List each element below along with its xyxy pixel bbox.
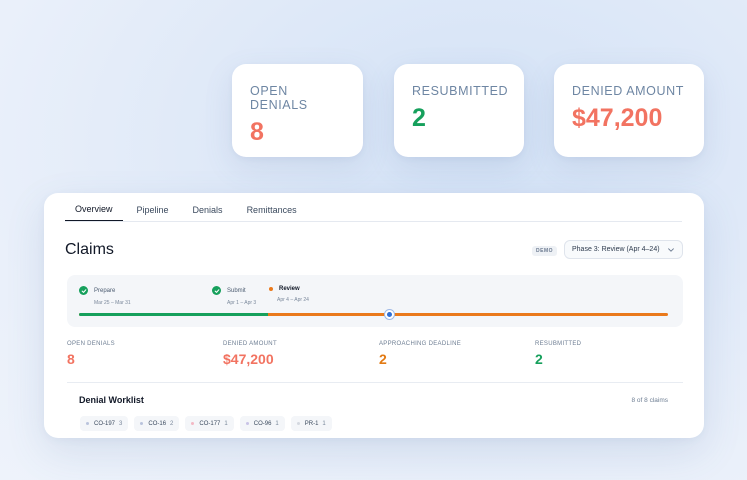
dot-icon xyxy=(296,422,300,425)
denied-amount-card-label: DENIED AMOUNT xyxy=(572,84,684,98)
phase-select-value: Phase 3: Review (Apr 4–24) xyxy=(572,246,660,253)
current-step-dot-icon xyxy=(269,287,273,291)
step-dates: Apr 4 – Apr 24 xyxy=(277,297,309,303)
timeline-step-prepare: Prepare Mar 25 – Mar 31 xyxy=(79,286,131,306)
stat-denied-amount: DENIED AMOUNT $47,200 xyxy=(223,341,277,367)
section-divider xyxy=(67,382,683,383)
open-denials-card: OPEN DENIALS 8 xyxy=(232,64,363,157)
open-denials-card-label: OPEN DENIALS xyxy=(250,84,308,112)
resubmitted-card-value: 2 xyxy=(412,104,426,132)
tab-denials[interactable]: Denials xyxy=(183,205,233,221)
dot-icon xyxy=(245,422,249,425)
progress-marker[interactable] xyxy=(385,310,394,319)
progress-track-completed xyxy=(79,313,268,316)
phase-select[interactable]: Phase 3: Review (Apr 4–24) xyxy=(564,240,683,259)
timeline-step-review: Review Apr 4 – Apr 24 xyxy=(267,286,309,303)
chip-count: 1 xyxy=(224,420,228,427)
worklist-title: Denial Worklist xyxy=(79,395,144,405)
page-title: Claims xyxy=(65,241,114,258)
denied-amount-card-value: $47,200 xyxy=(572,104,663,132)
dot-icon xyxy=(86,422,89,425)
chip-count: 3 xyxy=(119,420,123,427)
check-icon xyxy=(212,286,221,295)
progress-track xyxy=(79,310,668,319)
dot-icon xyxy=(191,422,195,425)
denial-code-chips: CO-197 3 CO-16 2 CO-177 1 CO-96 1 PR-1 1 xyxy=(80,416,338,431)
stat-label: APPROACHING DEADLINE xyxy=(379,341,462,347)
stat-label: OPEN DENIALS xyxy=(67,341,115,347)
stat-label: DENIED AMOUNT xyxy=(223,341,277,347)
chip-co-96[interactable]: CO-96 1 xyxy=(239,416,285,431)
chip-count: 1 xyxy=(322,420,326,427)
step-dates: Apr 1 – Apr 3 xyxy=(227,300,257,306)
phase-timeline: Prepare Mar 25 – Mar 31 Submit Apr 1 – A… xyxy=(67,275,683,327)
chip-code: CO-96 xyxy=(253,420,272,427)
check-icon xyxy=(79,286,88,295)
stat-value: 8 xyxy=(67,351,75,367)
chip-pr-1[interactable]: PR-1 1 xyxy=(290,416,332,431)
denied-amount-card: DENIED AMOUNT $47,200 xyxy=(554,64,704,157)
resubmitted-card: RESUBMITTED 2 xyxy=(394,64,524,157)
demo-badge: DEMO xyxy=(532,246,557,256)
chip-co-16[interactable]: CO-16 2 xyxy=(134,416,180,431)
stat-label: RESUBMITTED xyxy=(535,341,582,347)
stat-value: 2 xyxy=(379,351,387,367)
step-name: Prepare xyxy=(94,287,116,294)
chip-co-177[interactable]: CO-177 1 xyxy=(185,416,234,431)
open-denials-card-value: 8 xyxy=(250,118,264,146)
timeline-step-submit: Submit Apr 1 – Apr 3 xyxy=(212,286,256,306)
step-dates: Mar 25 – Mar 31 xyxy=(94,300,131,306)
stat-value: $47,200 xyxy=(223,351,274,367)
chevron-down-icon xyxy=(668,248,674,252)
chip-count: 1 xyxy=(275,420,279,427)
step-name: Review xyxy=(279,286,300,292)
chip-code: CO-16 xyxy=(148,420,167,427)
stat-value: 2 xyxy=(535,351,543,367)
chip-code: CO-177 xyxy=(199,420,221,427)
tab-bar: Overview Pipeline Denials Remittances xyxy=(65,193,682,222)
stat-resubmitted: RESUBMITTED 2 xyxy=(535,341,581,367)
chip-count: 2 xyxy=(170,420,174,427)
stat-open-denials: OPEN DENIALS 8 xyxy=(67,341,115,367)
tab-remittances[interactable]: Remittances xyxy=(237,205,307,221)
worklist-count: 8 of 8 claims xyxy=(631,397,669,404)
chip-co-197[interactable]: CO-197 3 xyxy=(80,416,129,431)
dot-icon xyxy=(140,422,144,425)
tab-pipeline[interactable]: Pipeline xyxy=(127,205,179,221)
resubmitted-card-label: RESUBMITTED xyxy=(412,84,509,98)
claims-panel: Overview Pipeline Denials Remittances Cl… xyxy=(44,193,704,438)
chip-code: PR-1 xyxy=(304,420,319,427)
tab-overview[interactable]: Overview xyxy=(65,204,123,221)
stat-approaching-deadline: APPROACHING DEADLINE 2 xyxy=(379,341,461,367)
step-name: Submit xyxy=(227,287,246,294)
chip-code: CO-197 xyxy=(94,420,116,427)
